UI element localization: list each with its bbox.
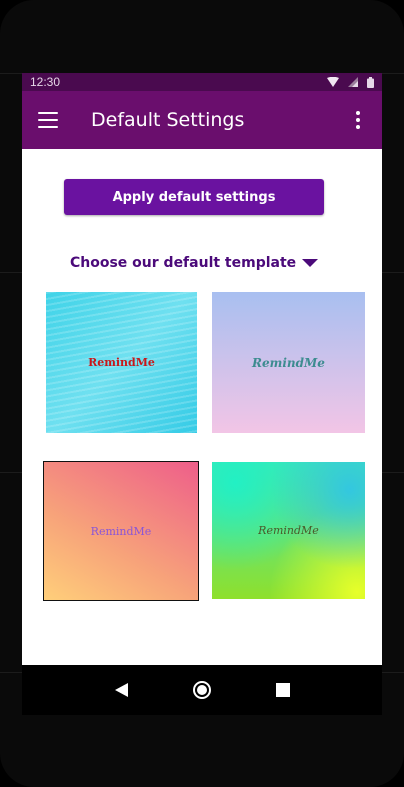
back-icon[interactable] [114,683,128,697]
status-icons [327,76,374,88]
dropdown-arrow-icon [302,259,318,267]
template-card-1[interactable]: RemindMe [46,292,197,433]
home-icon[interactable] [192,681,211,699]
wifi-icon [327,77,339,87]
menu-icon[interactable] [38,112,58,128]
status-bar: 12:30 [22,73,382,91]
template-label: RemindMe [252,355,325,370]
apply-default-settings-button[interactable]: Apply default settings [64,179,324,215]
app-bar: Default Settings [22,91,382,149]
template-label: RemindMe [90,524,152,538]
template-label: RemindMe [88,356,155,369]
recents-icon[interactable] [275,683,290,697]
template-dropdown[interactable]: Choose our default template [70,251,320,275]
overflow-menu-icon[interactable] [348,111,368,129]
app-screen: 12:30 Default Settings Apply default set… [22,73,382,715]
template-dropdown-label: Choose our default template [70,255,297,271]
template-label: RemindMe [258,524,319,537]
battery-icon [367,76,374,88]
status-time: 12:30 [30,75,61,89]
content-area: Apply default settings Choose our defaul… [22,149,382,715]
template-card-4[interactable]: RemindMe [212,462,365,599]
page-title: Default Settings [91,109,245,131]
template-card-2[interactable]: RemindMe [212,292,365,433]
template-card-3[interactable]: RemindMe [43,461,199,601]
signal-icon [348,77,358,87]
navigation-bar [22,665,382,715]
device-frame: 12:30 Default Settings Apply default set… [0,0,404,787]
